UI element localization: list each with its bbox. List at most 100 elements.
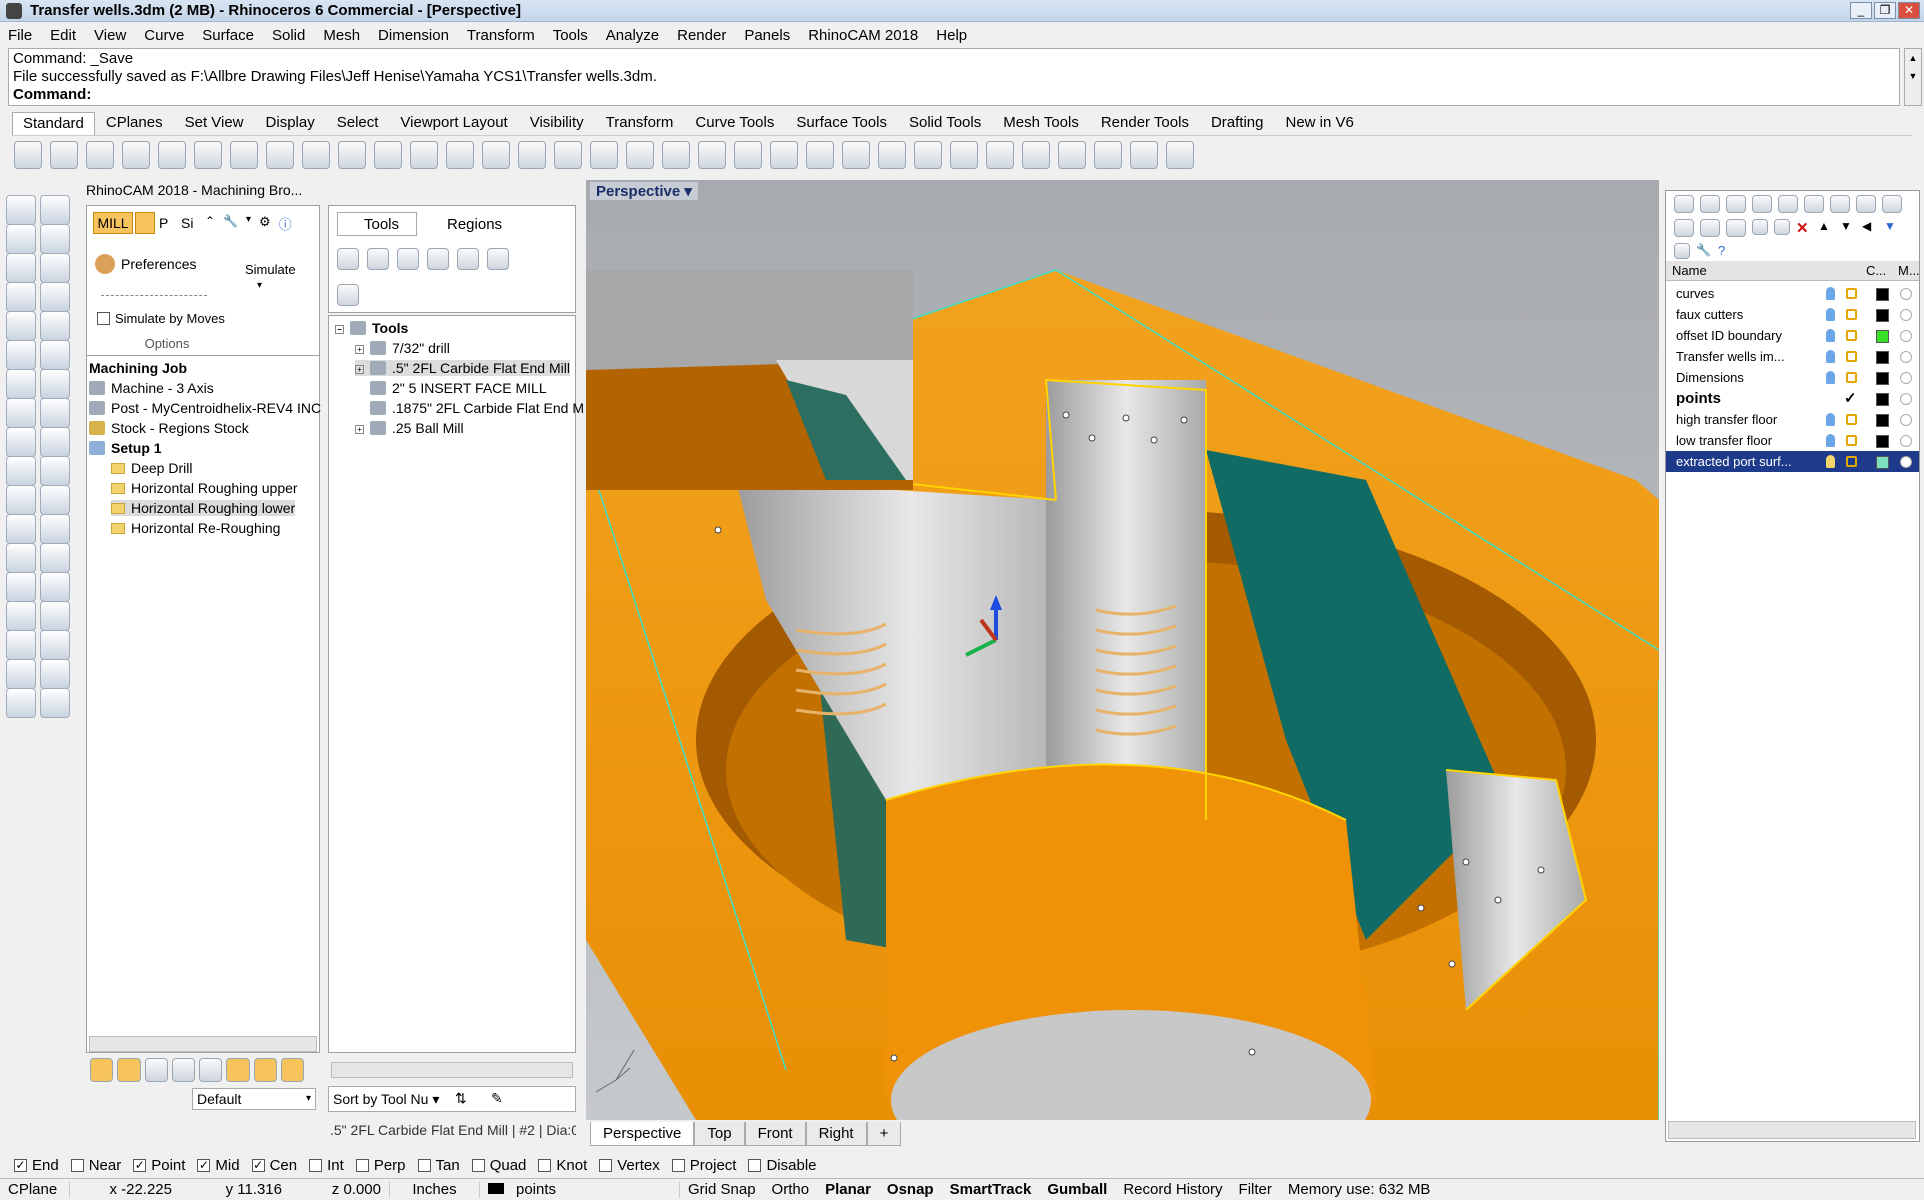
regions-tab[interactable]: Regions (425, 216, 502, 233)
gumball-toggle[interactable]: Gumball (1039, 1181, 1115, 1198)
options-gear-icon[interactable] (1058, 141, 1086, 169)
operation-icon-6[interactable] (226, 1058, 250, 1082)
boolean-icon[interactable] (6, 485, 36, 515)
tree-item-stock[interactable]: Stock - Regions Stock (89, 420, 249, 436)
preferences-icon[interactable] (95, 254, 115, 274)
grid-snap-toggle[interactable]: Grid Snap (680, 1181, 764, 1198)
bell-icon[interactable] (1726, 195, 1746, 213)
column-material[interactable]: M... (1898, 263, 1920, 278)
copy-to-layer-icon[interactable] (158, 141, 186, 169)
sort-order-icon[interactable]: ⇅ (455, 1090, 475, 1108)
zoom-selected-icon[interactable] (518, 141, 546, 169)
osnap-int[interactable]: Int (309, 1157, 344, 1174)
tab-visibility[interactable]: Visibility (519, 111, 595, 135)
align-icon[interactable] (40, 630, 70, 660)
tool-type-icon-5[interactable] (457, 248, 479, 270)
wrench-icon[interactable]: 🔧 (223, 214, 238, 232)
osnap-checkbox[interactable] (599, 1158, 613, 1172)
ellipse-icon[interactable] (6, 282, 36, 312)
ortho-toggle[interactable]: Ortho (764, 1181, 818, 1198)
osnap-checkbox[interactable]: ✓ (197, 1158, 211, 1172)
dimension-icon[interactable] (40, 601, 70, 631)
menu-edit[interactable]: Edit (50, 27, 76, 44)
close-button[interactable]: ✕ (1898, 2, 1920, 19)
lock-icon[interactable] (1846, 351, 1857, 362)
simulation-speed-slider[interactable] (101, 286, 207, 296)
new-sublayer-icon[interactable] (1774, 219, 1790, 235)
explode-icon[interactable] (6, 427, 36, 457)
material-icon[interactable] (1900, 414, 1912, 426)
viewport-label[interactable]: Perspective ▾ (590, 182, 698, 200)
mill-options-icon[interactable] (135, 212, 155, 234)
trim-icon[interactable] (40, 427, 70, 457)
tab-perspective[interactable]: Perspective (590, 1122, 695, 1146)
tab-standard[interactable]: Standard (12, 112, 95, 135)
osnap-checkbox[interactable] (671, 1158, 685, 1172)
simulate-button[interactable]: Simulate (245, 262, 296, 277)
sort-select[interactable]: Sort by Tool Nu ▾ (333, 1091, 439, 1108)
tool-item[interactable]: .1875" 2FL Carbide Flat End M (370, 400, 584, 416)
move-icon[interactable] (40, 456, 70, 486)
operation-icon-8[interactable] (280, 1058, 304, 1082)
layers-horizontal-scrollbar[interactable] (1668, 1121, 1916, 1139)
undo-icon[interactable] (302, 141, 330, 169)
menu-transform[interactable]: Transform (467, 27, 535, 44)
material-icon[interactable] (1900, 288, 1912, 300)
solid-icon[interactable] (6, 601, 36, 631)
array-icon[interactable] (40, 485, 70, 515)
new-layer-icon[interactable] (1752, 219, 1768, 235)
four-viewports-icon[interactable] (590, 141, 618, 169)
lock-icon[interactable] (806, 141, 834, 169)
dropdown-icon[interactable]: ▾ (246, 214, 251, 232)
render-sphere-icon[interactable] (986, 141, 1014, 169)
lock-icon[interactable] (1846, 309, 1857, 320)
tool-library-icon[interactable] (337, 284, 359, 306)
minimize-button[interactable]: _ (1850, 2, 1872, 19)
tool-edit-icon[interactable]: ✎ (491, 1090, 511, 1108)
osnap-perp[interactable]: Perp (355, 1157, 406, 1174)
menu-help[interactable]: Help (936, 27, 967, 44)
osnap-disable[interactable]: Disable (748, 1157, 817, 1174)
layer-color-swatch[interactable] (1876, 351, 1889, 364)
page-icon[interactable] (1674, 243, 1690, 259)
lock-icon[interactable] (1846, 435, 1857, 446)
zoom-window-icon[interactable] (446, 141, 474, 169)
curve-icon[interactable] (40, 224, 70, 254)
move-down-icon[interactable]: ▼ (1840, 219, 1856, 235)
osnap-checkbox[interactable] (70, 1158, 84, 1172)
fillet-icon[interactable] (40, 311, 70, 341)
layer-color-swatch[interactable] (1876, 414, 1889, 427)
rotate-view-icon[interactable] (374, 141, 402, 169)
open-file-icon[interactable] (50, 141, 78, 169)
osnap-point[interactable]: ✓ Point (133, 1157, 185, 1174)
tab-surface-tools[interactable]: Surface Tools (785, 111, 898, 135)
tab-solid-tools[interactable]: Solid Tools (898, 111, 992, 135)
brush-icon[interactable] (1674, 219, 1694, 237)
zoom-icon[interactable] (410, 141, 438, 169)
menu-render[interactable]: Render (677, 27, 726, 44)
layer-color-swatch[interactable] (1876, 372, 1889, 385)
menu-surface[interactable]: Surface (202, 27, 254, 44)
command-scrollbar[interactable]: ▲ ▼ (1904, 48, 1922, 106)
layer-icon[interactable] (842, 141, 870, 169)
tool-type-icon-1[interactable] (337, 248, 359, 270)
tab-curve-tools[interactable]: Curve Tools (684, 111, 785, 135)
bell-icon[interactable] (1700, 195, 1720, 213)
osnap-mid[interactable]: ✓ Mid (197, 1157, 240, 1174)
layer-stack-icon[interactable] (1856, 195, 1876, 213)
lightbulb-icon[interactable] (770, 141, 798, 169)
current-layer-indicator[interactable]: points (480, 1181, 680, 1198)
show-objects-icon[interactable] (734, 141, 762, 169)
tree-item-setup[interactable]: Setup 1 (89, 440, 162, 456)
menu-tools[interactable]: Tools (553, 27, 588, 44)
tree-item-machine[interactable]: Machine - 3 Axis (89, 380, 214, 396)
new-file-icon[interactable] (14, 141, 42, 169)
layer-row-selected[interactable]: extracted port surf... (1666, 451, 1919, 472)
tool-item-selected[interactable]: + .5" 2FL Carbide Flat End Mill (355, 360, 570, 376)
cylinder-icon[interactable] (6, 398, 36, 428)
layer-color-swatch[interactable] (1876, 330, 1889, 343)
tab-set-view[interactable]: Set View (174, 111, 255, 135)
visible-icon[interactable] (1826, 434, 1835, 447)
rendered-sphere-icon[interactable] (950, 141, 978, 169)
p-tab[interactable]: P (159, 215, 168, 231)
